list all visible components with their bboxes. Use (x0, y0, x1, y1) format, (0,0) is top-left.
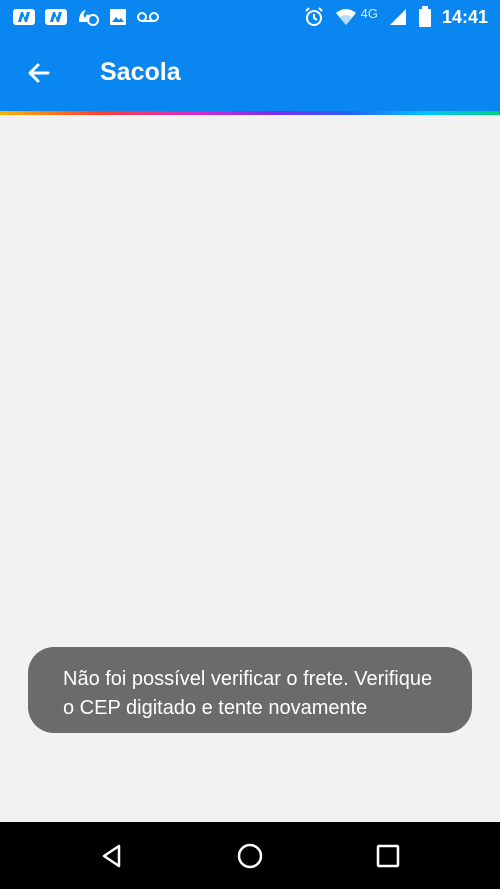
home-circle-icon (236, 842, 264, 870)
app-bar: Sacola (0, 36, 500, 112)
system-icons: 4G 14:41 (303, 6, 488, 28)
toast-message: Não foi possível verificar o frete. Veri… (63, 668, 433, 719)
system-nav-bar (0, 822, 500, 889)
battery-icon (418, 6, 432, 28)
recents-square-icon (375, 843, 401, 869)
status-bar: 4G 14:41 (0, 0, 500, 36)
notification-icons (12, 7, 160, 27)
page-title: Sacola (100, 58, 181, 86)
arrow-left-icon (26, 60, 52, 86)
back-button[interactable] (22, 56, 56, 90)
nav-n-icon (12, 8, 36, 26)
network-type: 4G (360, 5, 378, 21)
error-toast: Não foi possível verificar o frete. Veri… (28, 647, 472, 733)
nav-n-icon (44, 8, 68, 26)
nav-home-button[interactable] (234, 840, 266, 872)
voicemail-icon (136, 9, 160, 25)
nav-recents-button[interactable] (372, 840, 404, 872)
wifi-icon (335, 7, 357, 27)
image-icon (108, 7, 128, 27)
nav-back-button[interactable] (96, 840, 128, 872)
signal-icon (388, 7, 408, 27)
back-triangle-icon (99, 843, 125, 869)
alarm-icon (303, 6, 325, 28)
activity-icon (76, 7, 100, 27)
clock: 14:41 (441, 6, 488, 27)
